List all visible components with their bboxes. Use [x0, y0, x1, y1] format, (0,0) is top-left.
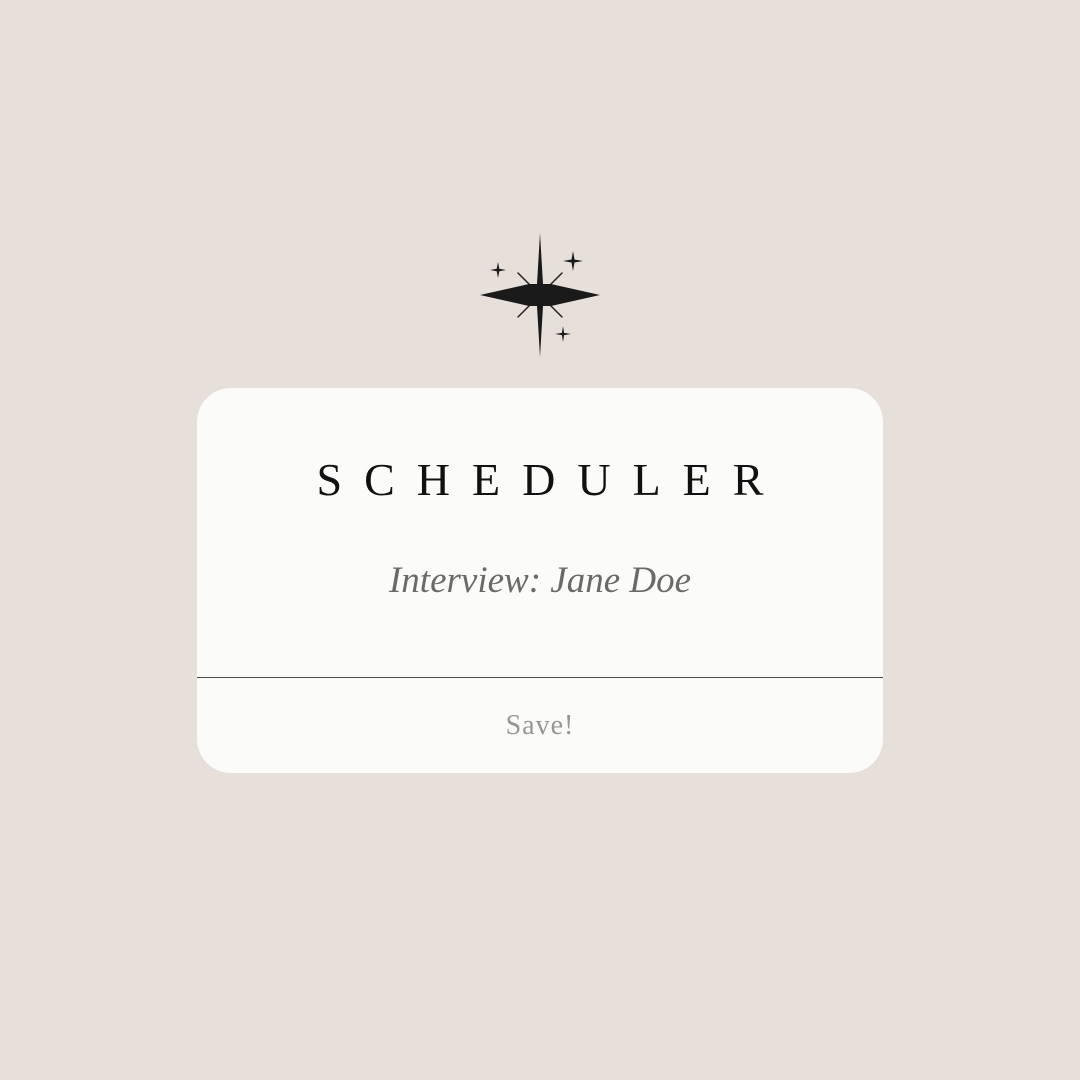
- save-button[interactable]: Save!: [197, 679, 883, 773]
- small-sparkle-right: [563, 251, 583, 271]
- star-center: [533, 288, 547, 302]
- small-sparkle-left: [490, 262, 506, 278]
- small-sparkle-bottom: [555, 326, 571, 342]
- sparkle-icon: [480, 233, 600, 357]
- card-title: SCHEDULER: [316, 454, 786, 505]
- interview-subtitle: Interview: Jane Doe: [388, 560, 692, 601]
- card-divider: [197, 677, 883, 678]
